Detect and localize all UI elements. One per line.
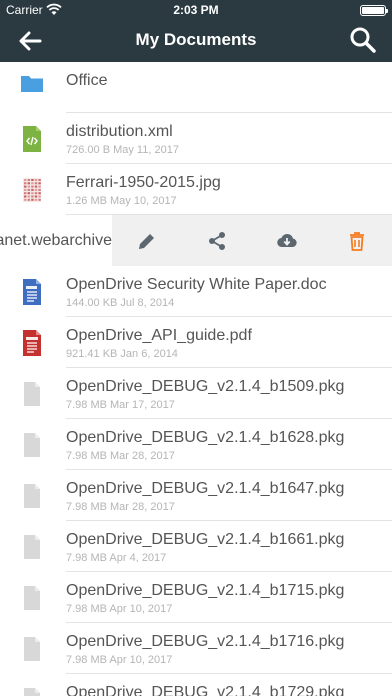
battery-icon bbox=[360, 5, 388, 16]
file-meta: 7.98 MB Apr 4, 2017 bbox=[66, 552, 167, 564]
file-icon bbox=[20, 533, 44, 561]
file-name: OpenDrive_DEBUG_v2.1.4_b1509.pkg bbox=[66, 378, 345, 395]
file-name: Ferrari-1950-2015.jpg bbox=[66, 174, 221, 191]
share-icon bbox=[209, 231, 225, 250]
file-name: OpenDrive_DEBUG_v2.1.4_b1647.pkg bbox=[66, 480, 345, 497]
file-item[interactable]: OpenDrive_DEBUG_v2.1.4_b1729.pkg bbox=[0, 674, 392, 696]
file-meta: 7.98 MB Mar 17, 2017 bbox=[66, 399, 175, 411]
file-icon bbox=[20, 686, 44, 696]
file-name: OpenDrive Security White Paper.doc bbox=[66, 276, 327, 293]
file-item[interactable]: OpenDrive_DEBUG_v2.1.4_b1661.pkg 7.98 MB … bbox=[0, 521, 392, 572]
pencil-icon bbox=[139, 233, 154, 249]
file-meta: 921.41 KB Jan 6, 2014 bbox=[66, 348, 178, 360]
file-list: Office distribution.xml 726.00 B May 11, 2… bbox=[0, 62, 392, 696]
file-icon bbox=[20, 380, 44, 408]
file-item[interactable]: OpenDrive Security White Paper.doc 144.00… bbox=[0, 266, 392, 317]
file-item[interactable]: OpenDrive_DEBUG_v2.1.4_b1647.pkg 7.98 MB … bbox=[0, 470, 392, 521]
file-item[interactable]: distribution.xml 726.00 B May 11, 2017 bbox=[0, 113, 392, 164]
file-name: OpenDrive_DEBUG_v2.1.4_b1729.pkg bbox=[66, 684, 345, 696]
swiped-list-item[interactable]: anet.webarchive bbox=[0, 215, 392, 266]
file-meta: 7.98 MB Mar 28, 2017 bbox=[66, 501, 175, 513]
cloud-download-button[interactable] bbox=[252, 215, 322, 266]
file-meta: 7.98 MB Apr 10, 2017 bbox=[66, 603, 173, 615]
file-meta: 144.00 KB Jul 8, 2014 bbox=[66, 297, 175, 309]
file-name: OpenDrive_DEBUG_v2.1.4_b1628.pkg bbox=[66, 429, 345, 446]
file-name: distribution.xml bbox=[66, 123, 173, 140]
file-name: OpenDrive_DEBUG_v2.1.4_b1716.pkg bbox=[66, 633, 345, 650]
page-title: My Documents bbox=[135, 30, 257, 49]
file-name: Office bbox=[66, 72, 108, 89]
trash-icon bbox=[350, 231, 364, 251]
file-icon bbox=[20, 635, 44, 663]
file-item[interactable]: Ferrari-1950-2015.jpg 1.26 MB May 10, 201… bbox=[0, 164, 392, 215]
file-meta: 7.98 MB Mar 28, 2017 bbox=[66, 450, 175, 462]
file-item[interactable]: OpenDrive_DEBUG_v2.1.4_b1715.pkg 7.98 MB … bbox=[0, 572, 392, 623]
file-item[interactable]: OpenDrive_DEBUG_v2.1.4_b1716.pkg 7.98 MB … bbox=[0, 623, 392, 674]
file-item[interactable]: OpenDrive_DEBUG_v2.1.4_b1509.pkg 7.98 MB … bbox=[0, 368, 392, 419]
clock: 2:03 PM bbox=[173, 3, 219, 17]
xml-file-icon bbox=[20, 125, 44, 153]
file-icon bbox=[20, 431, 44, 459]
pdf-file-icon bbox=[20, 329, 44, 357]
file-meta: 726.00 B May 11, 2017 bbox=[66, 144, 179, 156]
file-name: anet.webarchive bbox=[0, 215, 112, 266]
share-button[interactable] bbox=[182, 215, 252, 266]
search-icon[interactable] bbox=[348, 25, 378, 55]
trash-button[interactable] bbox=[322, 215, 392, 266]
file-meta: 7.98 MB Apr 10, 2017 bbox=[66, 654, 173, 666]
navigation-bar: My Documents bbox=[0, 20, 392, 62]
folder-item[interactable]: Office bbox=[0, 62, 392, 113]
file-icon bbox=[20, 584, 44, 612]
pencil-button[interactable] bbox=[112, 215, 182, 266]
file-item[interactable]: OpenDrive_DEBUG_v2.1.4_b1628.pkg 7.98 MB … bbox=[0, 419, 392, 470]
status-bar: Carrier 2:03 PM bbox=[0, 0, 392, 20]
cloud-download-icon bbox=[277, 233, 297, 247]
file-meta: 1.26 MB May 10, 2017 bbox=[66, 195, 177, 207]
doc-file-icon bbox=[20, 278, 44, 306]
image-file-icon bbox=[20, 176, 44, 204]
file-item[interactable]: OpenDrive_API_guide.pdf 921.41 KB Jan 6, … bbox=[0, 317, 392, 368]
swipe-actions bbox=[112, 215, 392, 266]
file-icon bbox=[20, 482, 44, 510]
file-name: OpenDrive_DEBUG_v2.1.4_b1715.pkg bbox=[66, 582, 345, 599]
folder-icon bbox=[20, 69, 44, 97]
file-name: OpenDrive_API_guide.pdf bbox=[66, 327, 252, 344]
file-name: OpenDrive_DEBUG_v2.1.4_b1661.pkg bbox=[66, 531, 345, 548]
